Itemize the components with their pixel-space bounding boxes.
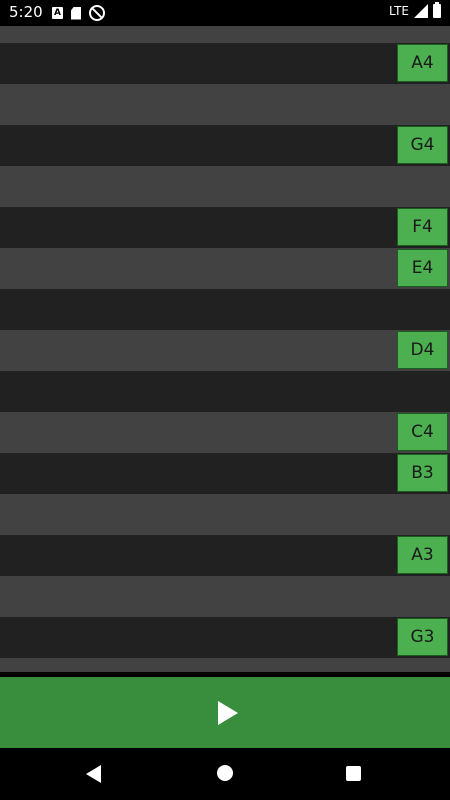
- battery-icon: [433, 2, 441, 18]
- a-icon: A: [52, 7, 63, 19]
- note-row[interactable]: E4: [0, 248, 450, 289]
- note-key[interactable]: B3: [397, 454, 448, 492]
- note-row[interactable]: [0, 658, 450, 672]
- status-right: LTE: [389, 2, 441, 18]
- play-icon: [218, 701, 238, 725]
- note-row[interactable]: [0, 289, 450, 330]
- signal-icon: [414, 4, 428, 18]
- note-key[interactable]: E4: [397, 249, 448, 287]
- network-label: LTE: [389, 4, 409, 18]
- note-key[interactable]: A3: [397, 536, 448, 574]
- note-key[interactable]: C4: [397, 413, 448, 451]
- note-row[interactable]: B3: [0, 453, 450, 494]
- note-key[interactable]: G4: [397, 126, 448, 164]
- note-row[interactable]: [0, 166, 450, 207]
- note-row[interactable]: G3: [0, 617, 450, 658]
- sd-card-icon: [71, 6, 81, 20]
- back-icon[interactable]: [86, 765, 101, 783]
- note-row[interactable]: G4: [0, 125, 450, 166]
- note-key[interactable]: A4: [397, 44, 448, 82]
- recents-icon[interactable]: [346, 766, 361, 781]
- status-left-icons: A: [52, 5, 105, 21]
- play-button[interactable]: [0, 677, 450, 748]
- note-key[interactable]: D4: [397, 331, 448, 369]
- note-row[interactable]: C4: [0, 412, 450, 453]
- note-row[interactable]: [0, 576, 450, 617]
- note-key[interactable]: F4: [397, 208, 448, 246]
- no-sync-icon: [89, 5, 105, 21]
- note-row[interactable]: [0, 26, 450, 43]
- status-time: 5:20: [9, 3, 43, 21]
- note-row[interactable]: D4: [0, 330, 450, 371]
- note-row[interactable]: A3: [0, 535, 450, 576]
- status-bar: 5:20 A LTE: [0, 0, 450, 26]
- home-icon[interactable]: [217, 765, 233, 781]
- note-row[interactable]: [0, 371, 450, 412]
- note-row[interactable]: [0, 494, 450, 535]
- navigation-bar: [0, 748, 450, 800]
- note-key[interactable]: G3: [397, 618, 448, 656]
- note-row[interactable]: A4: [0, 43, 450, 84]
- note-list: A4 G4 F4 E4 D4 C4 B3 A3 G3: [0, 26, 450, 672]
- note-row[interactable]: [0, 84, 450, 125]
- note-row[interactable]: F4: [0, 207, 450, 248]
